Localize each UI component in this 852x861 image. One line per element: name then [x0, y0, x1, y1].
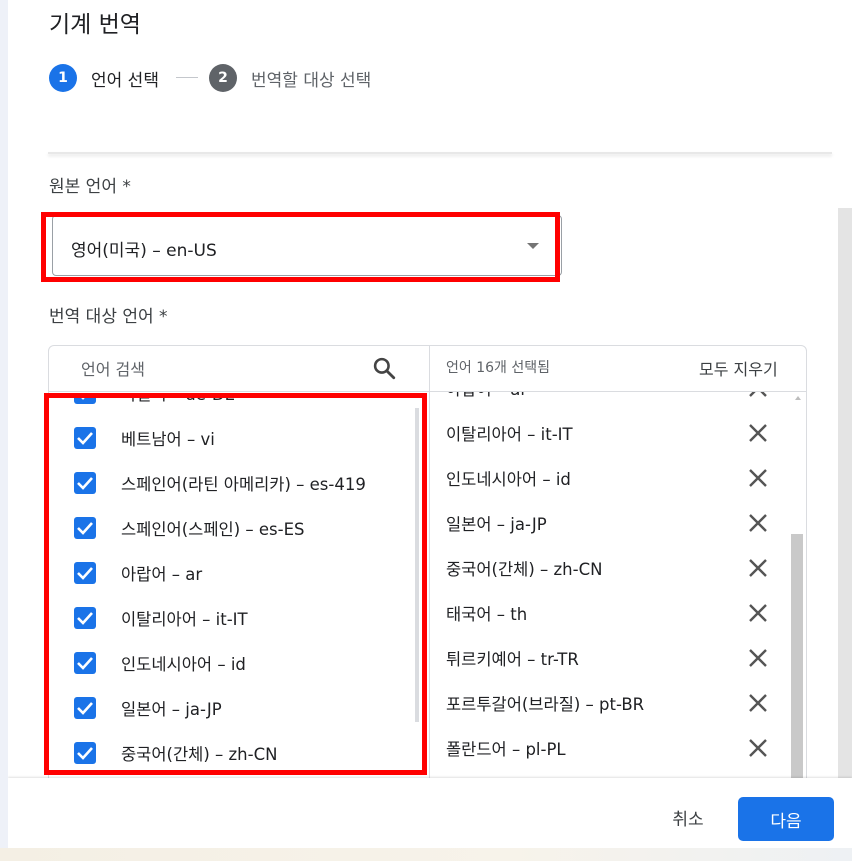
step-1-label: 언어 선택: [91, 70, 159, 91]
selected-language-label: 폴란드어 – pl-PL: [446, 740, 566, 759]
available-list-scrollbar[interactable]: [415, 408, 419, 722]
step-2-number: 2: [209, 64, 237, 92]
dialog-title: 기계 번역: [49, 12, 141, 38]
list-item: 일본어 – ja-JP: [430, 504, 790, 544]
list-item: 태국어 – th: [430, 594, 790, 634]
selected-language-label: 포르투갈어(브라질) – pt-BR: [446, 695, 645, 714]
page-background-edge: [0, 0, 8, 861]
checkbox-checked[interactable]: [74, 562, 96, 584]
target-language-panel: 언어 검색 독일어 – de-DE 베트남어 – vi 스페인어(라틴 아메리카…: [48, 345, 807, 787]
source-language-label: 원본 언어 *: [49, 177, 131, 197]
checkbox-checked[interactable]: [74, 652, 96, 674]
close-icon[interactable]: [748, 693, 768, 713]
language-label: 중국어(간체) – zh-CN: [121, 745, 278, 764]
checkbox-checked[interactable]: [74, 472, 96, 494]
language-label: 스페인어(스페인) – es-ES: [121, 520, 305, 539]
close-icon[interactable]: [748, 738, 768, 758]
list-item: 포르투갈어(브라질) – pt-BR: [430, 684, 790, 724]
list-item[interactable]: 독일어 – de-DE: [49, 396, 419, 414]
checkbox-checked[interactable]: [74, 396, 96, 404]
scroll-up-arrow-icon[interactable]: [795, 396, 801, 400]
step-1: 1 언어 선택: [49, 64, 159, 92]
selected-language-label: 중국어(간체) – zh-CN: [446, 560, 603, 579]
step-separator: [176, 77, 198, 78]
header-divider: [48, 152, 832, 154]
list-item[interactable]: 이탈리아어 – it-IT: [49, 599, 419, 639]
checkbox-checked[interactable]: [74, 607, 96, 629]
step-1-number: 1: [49, 64, 77, 92]
next-button[interactable]: 다음: [738, 797, 834, 841]
clear-all-button[interactable]: 모두 지우기: [699, 356, 778, 380]
selected-language-label: 일본어 – ja-JP: [446, 515, 547, 534]
selected-count: 언어 16개 선택됨: [446, 360, 550, 376]
list-item: 인도네시아어 – id: [430, 459, 790, 499]
selected-language-label: 튀르키예어 – tr-TR: [446, 650, 579, 669]
machine-translation-dialog: 기계 번역 1 언어 선택 2 번역할 대상 선택 원본 언어 * 영어(미국)…: [8, 0, 852, 848]
list-item[interactable]: 일본어 – ja-JP: [49, 689, 419, 729]
selected-language-list: 아랍어 – ar 이탈리아어 – it-IT 인도네시아어 – id 일본어 –…: [430, 392, 806, 786]
close-icon[interactable]: [748, 558, 768, 578]
step-2: 2 번역할 대상 선택: [209, 64, 371, 92]
list-item[interactable]: 중국어(간체) – zh-CN: [49, 734, 419, 774]
list-item[interactable]: 스페인어(라틴 아메리카) – es-419: [49, 464, 419, 504]
list-item[interactable]: 아랍어 – ar: [49, 554, 419, 594]
cancel-button[interactable]: 취소: [653, 798, 723, 836]
source-language-select[interactable]: 영어(미국) – en-US: [52, 215, 562, 276]
search-divider: [49, 391, 429, 392]
language-search-input[interactable]: 언어 검색: [81, 356, 145, 380]
source-language-value: 영어(미국) – en-US: [71, 241, 217, 261]
language-label: 베트남어 – vi: [121, 430, 215, 449]
close-icon[interactable]: [748, 423, 768, 443]
selected-language-label: 아랍어 – ar: [446, 392, 527, 400]
close-icon[interactable]: [748, 392, 768, 398]
language-label: 이탈리아어 – it-IT: [121, 610, 248, 629]
checkbox-checked[interactable]: [74, 517, 96, 539]
close-icon[interactable]: [748, 513, 768, 533]
list-item: 이탈리아어 – it-IT: [430, 414, 790, 454]
selected-language-label: 태국어 – th: [446, 605, 528, 624]
list-item: 아랍어 – ar: [430, 392, 790, 409]
search-icon[interactable]: [371, 355, 397, 381]
selected-language-label: 인도네시아어 – id: [446, 470, 571, 489]
page-background-strip: [0, 848, 852, 861]
list-item: 중국어(간체) – zh-CN: [430, 549, 790, 589]
dialog-scrollbar[interactable]: [838, 208, 852, 778]
checkbox-checked[interactable]: [74, 427, 96, 449]
target-language-label: 번역 대상 언어 *: [49, 307, 168, 327]
caret-down-icon: [527, 243, 539, 249]
language-label: 인도네시아어 – id: [121, 655, 246, 674]
dialog-footer: 취소 다음: [8, 778, 852, 848]
close-icon[interactable]: [748, 603, 768, 623]
close-icon[interactable]: [748, 648, 768, 668]
list-item[interactable]: 베트남어 – vi: [49, 419, 419, 459]
list-item: 폴란드어 – pl-PL: [430, 729, 790, 769]
available-language-list: 독일어 – de-DE 베트남어 – vi 스페인어(라틴 아메리카) – es…: [49, 396, 427, 786]
close-icon[interactable]: [748, 468, 768, 488]
language-label: 독일어 – de-DE: [121, 396, 383, 405]
selected-language-label: 이탈리아어 – it-IT: [446, 425, 573, 444]
step-2-label: 번역할 대상 선택: [251, 70, 372, 91]
checkbox-checked[interactable]: [74, 697, 96, 719]
list-item: 튀르키예어 – tr-TR: [430, 639, 790, 679]
language-label: 아랍어 – ar: [121, 565, 203, 584]
list-item[interactable]: 인도네시아어 – id: [49, 644, 419, 684]
language-label: 일본어 – ja-JP: [121, 700, 222, 719]
list-item[interactable]: 스페인어(스페인) – es-ES: [49, 509, 419, 549]
language-label: 스페인어(라틴 아메리카) – es-419: [121, 475, 366, 494]
checkbox-checked[interactable]: [74, 742, 96, 764]
selected-list-scrollbar[interactable]: [791, 534, 803, 786]
